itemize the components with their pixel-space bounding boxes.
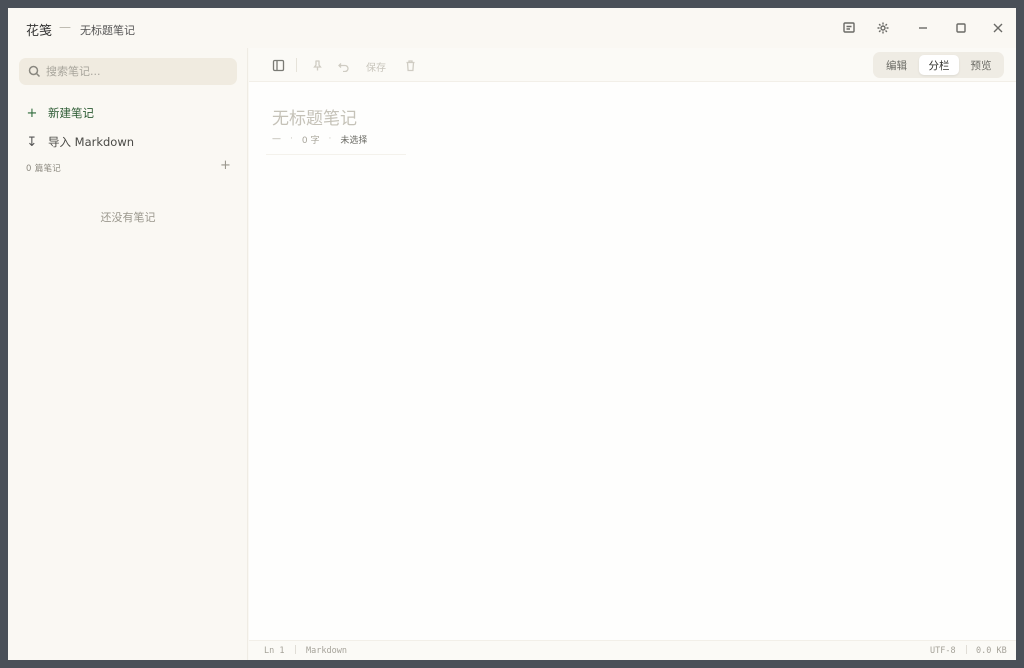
window-doc-title: 无标题笔记 [80,24,135,37]
maximize-icon[interactable] [951,18,971,38]
note-title-input[interactable]: 无标题笔记 [272,104,357,129]
notes-count: 0 篇笔记 [26,164,62,174]
toolbar-divider [296,58,297,72]
status-encoding: UTF-8 [930,646,956,656]
pin-icon[interactable] [309,57,325,73]
import-markdown-button[interactable]: ↧ 导入 Markdown [25,133,135,151]
add-note-icon[interactable]: + [220,158,231,173]
meta-dot: · [328,134,332,144]
sidebar: + 新建笔记 ↧ 导入 Markdown 0 篇笔记 + 还没有笔记 [8,48,248,660]
import-markdown-label: 导入 Markdown [48,135,135,149]
gear-icon[interactable] [873,18,893,38]
title-bar: 花笺 — 无标题笔记 [8,8,1016,48]
save-button[interactable]: 保存 [366,59,386,74]
editor-toolbar: 保存 编辑 分栏 预览 [249,48,1016,82]
status-bar: Ln 1 | Markdown UTF-8 | 0.0 KB [249,640,1016,660]
search-box[interactable] [19,58,237,85]
status-divider: | [293,645,299,655]
search-input[interactable] [46,62,226,81]
status-size: 0.0 KB [976,646,1007,656]
title-divider [266,154,406,155]
view-mode-edit[interactable]: 编辑 [877,55,916,75]
trash-icon[interactable] [402,57,418,73]
status-language: Markdown [306,646,347,656]
view-mode-toggle: 编辑 分栏 预览 [873,52,1004,78]
message-icon[interactable] [839,18,859,38]
status-line: Ln 1 [264,646,285,656]
app-window: 花笺 — 无标题笔记 + 新建笔记 ↧ 导入 Markdown [8,8,1016,660]
meta-dot: · [290,134,293,144]
plus-icon: + [26,105,38,121]
empty-notes-message: 还没有笔记 [100,211,156,224]
new-note-label: 新建笔记 [48,106,94,120]
view-mode-preview[interactable]: 预览 [962,55,1000,75]
app-name: 花笺 [26,24,53,39]
minimize-icon[interactable] [913,18,933,38]
main-panel: 保存 编辑 分栏 预览 无标题笔记 — · 0 字 · 未选择 Ln 1 | M… [249,48,1016,660]
download-arrow-icon: ↧ [26,134,38,150]
status-divider: | [964,645,970,655]
view-mode-split[interactable]: 分栏 [919,55,959,75]
close-icon[interactable] [988,18,1008,38]
new-note-button[interactable]: + 新建笔记 [25,104,94,122]
note-meta: — · 0 字 · 未选择 [272,133,376,146]
title-separator: — [59,20,71,34]
sidebar-toggle-icon[interactable] [270,57,286,73]
word-count: 0 字 [301,135,320,146]
undo-icon[interactable] [335,57,351,73]
meta-dash: — [272,134,281,144]
selection-status: 未选择 [340,135,368,146]
search-icon [28,65,41,78]
